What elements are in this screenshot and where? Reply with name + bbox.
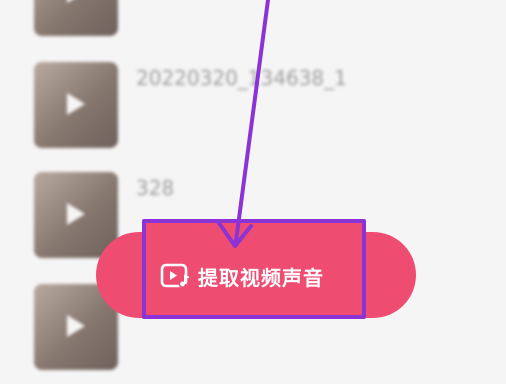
annotation-arrow bbox=[217, 0, 270, 248]
